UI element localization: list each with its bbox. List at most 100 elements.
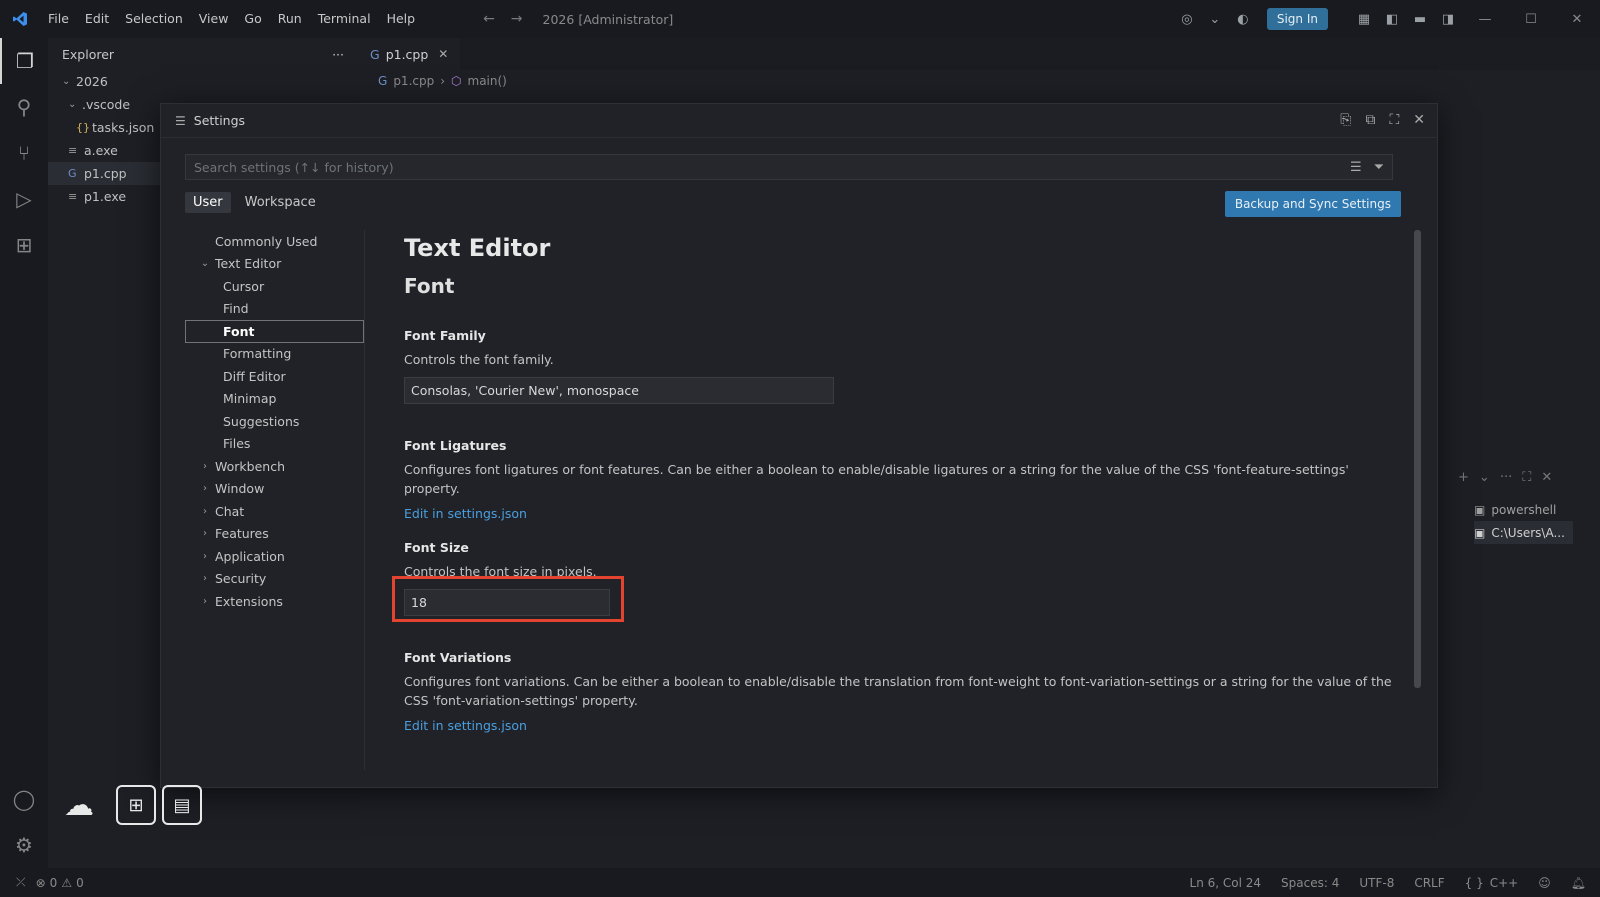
menu-selection[interactable]: Selection (117, 0, 191, 38)
menu-run[interactable]: Run (270, 0, 310, 38)
toc-label: Font (223, 323, 255, 339)
menu-terminal[interactable]: Terminal (310, 0, 379, 38)
more-icon[interactable]: ··· (1500, 470, 1512, 485)
font-family-input[interactable] (404, 377, 834, 404)
toggle-sidebar-icon[interactable]: ◧ (1378, 12, 1406, 27)
settings-scrollbar[interactable] (1414, 230, 1421, 688)
copilot-icon[interactable]: ◎ (1173, 12, 1201, 27)
source-control-icon[interactable]: ⑂ (0, 130, 48, 176)
menu-file[interactable]: File (40, 0, 77, 38)
toc-item-files[interactable]: Files (185, 433, 364, 456)
window-title[interactable]: 2026 [Administrator] (543, 12, 674, 27)
toc-label: Files (223, 436, 251, 452)
toc-item-formatting[interactable]: Formatting (185, 343, 364, 366)
language-mode[interactable]: { } C++ (1465, 876, 1519, 890)
close-icon[interactable]: ✕ (1413, 112, 1425, 128)
customize-layout-icon[interactable]: ▦ (1350, 12, 1378, 27)
maximize-icon[interactable]: ☐ (1508, 12, 1554, 27)
problems-indicator[interactable]: ⊗ 0 ⚠ 0 (36, 876, 84, 890)
bell-icon[interactable]: 🔔︎ (1571, 876, 1586, 890)
terminal-item[interactable]: ▣ powershell (1474, 498, 1573, 521)
setting-description: Configures font variations. Can be eithe… (404, 674, 1392, 708)
activity-bar: ❐ ⚲ ⑂ ▷ ⊞ ◯ ⚙ (0, 38, 48, 868)
toc-item-font[interactable]: Font (185, 320, 364, 343)
copilot-status-icon[interactable]: ☺ (1538, 876, 1551, 890)
terminal-label: C:\Users\A... (1491, 525, 1565, 540)
toggle-panel-icon[interactable]: ▬ (1406, 12, 1434, 27)
encoding[interactable]: UTF-8 (1359, 876, 1394, 890)
run-debug-icon[interactable]: ▷ (0, 176, 48, 222)
close-window-icon[interactable]: ✕ (1554, 12, 1600, 27)
tree-folder-root[interactable]: ⌄ 2026 (48, 70, 358, 93)
search-input[interactable] (194, 159, 1350, 175)
chevron-right-icon: › (440, 74, 446, 88)
maximize-panel-icon[interactable]: ⛶ (1522, 470, 1531, 485)
toc-label: Minimap (223, 391, 277, 407)
braces-icon: { } (1464, 875, 1484, 890)
gear-icon[interactable]: ⚙ (0, 822, 48, 868)
sign-in-button[interactable]: Sign In (1266, 8, 1328, 30)
backup-sync-button[interactable]: Backup and Sync Settings (1224, 191, 1401, 217)
menu-help[interactable]: Help (379, 0, 424, 38)
back-arrow-icon[interactable]: ← (483, 11, 495, 27)
toc-item-diff-editor[interactable]: Diff Editor (185, 365, 364, 388)
indentation[interactable]: Spaces: 4 (1281, 876, 1339, 890)
filter-icon[interactable]: ⏷ (1374, 160, 1384, 175)
remote-icon[interactable]: ⤫ (16, 875, 26, 890)
toc-item-commonly-used[interactable]: Commonly Used (185, 230, 364, 253)
menu-bar: File Edit Selection View Go Run Terminal… (40, 0, 423, 38)
toc-item-chat[interactable]: › Chat (185, 500, 364, 523)
breadcrumb-file[interactable]: p1.cpp (393, 74, 434, 88)
fullscreen-icon[interactable]: ⛶ (1389, 112, 1399, 128)
new-terminal-icon[interactable]: + (1458, 470, 1469, 485)
settings-toc: Commonly Used ⌄ Text Editor Cursor Find … (185, 230, 365, 770)
tree-label: 2026 (76, 74, 108, 89)
chevron-right-icon: › (203, 573, 207, 585)
tab-user[interactable]: User (185, 192, 231, 213)
close-panel-icon[interactable]: ✕ (1541, 470, 1552, 485)
warning-icon: ⚠ (61, 875, 73, 890)
breadcrumb-symbol[interactable]: main() (468, 74, 507, 88)
chevron-down-icon[interactable]: ⌄ (1201, 12, 1229, 27)
minimize-icon[interactable]: — (1462, 12, 1508, 27)
tab-workspace[interactable]: Workspace (237, 192, 324, 213)
explorer-more-icon[interactable]: ··· (332, 47, 344, 62)
edit-settings-json-link[interactable]: Edit in settings.json (404, 718, 527, 733)
terminal-list: ▣ powershell ▣ C:\Users\A... (1474, 498, 1573, 544)
close-icon[interactable]: ✕ (438, 47, 448, 61)
menu-edit[interactable]: Edit (77, 0, 117, 38)
account-icon[interactable]: ◯ (0, 776, 48, 822)
toc-item-extensions[interactable]: › Extensions (185, 590, 364, 613)
cursor-position[interactable]: Ln 6, Col 24 (1190, 876, 1262, 890)
toggle-secondary-sidebar-icon[interactable]: ◨ (1434, 12, 1462, 27)
toc-item-application[interactable]: › Application (185, 545, 364, 568)
open-in-editor-icon[interactable]: ⧉ (1365, 112, 1375, 128)
chevron-right-icon: › (203, 460, 207, 472)
toc-item-suggestions[interactable]: Suggestions (185, 410, 364, 433)
nav-arrows: ← → (483, 11, 522, 27)
toc-item-security[interactable]: › Security (185, 568, 364, 591)
toc-item-minimap[interactable]: Minimap (185, 388, 364, 411)
explorer-files-icon[interactable]: ❐ (0, 38, 48, 84)
chevron-down-icon[interactable]: ⌄ (1479, 470, 1490, 485)
open-json-icon[interactable]: ⎘ (1340, 112, 1351, 128)
terminal-item[interactable]: ▣ C:\Users\A... (1474, 521, 1573, 544)
menu-view[interactable]: View (191, 0, 237, 38)
search-icon[interactable]: ⚲ (0, 84, 48, 130)
toc-item-find[interactable]: Find (185, 298, 364, 321)
line-ending[interactable]: CRLF (1414, 876, 1444, 890)
toc-item-workbench[interactable]: › Workbench (185, 455, 364, 478)
menu-go[interactable]: Go (236, 0, 269, 38)
clear-filter-icon[interactable]: ☰ (1350, 160, 1362, 175)
chevron-right-icon: › (203, 505, 207, 517)
setting-font-family: Font Family Controls the font family. (404, 328, 1394, 404)
extensions-icon[interactable]: ⊞ (0, 222, 48, 268)
account-status-icon[interactable]: ◐ (1229, 12, 1257, 27)
edit-settings-json-link[interactable]: Edit in settings.json (404, 506, 527, 521)
toc-item-window[interactable]: › Window (185, 478, 364, 501)
forward-arrow-icon[interactable]: → (511, 11, 523, 27)
toc-item-text-editor[interactable]: ⌄ Text Editor (185, 253, 364, 276)
toc-item-features[interactable]: › Features (185, 523, 364, 546)
toc-item-cursor[interactable]: Cursor (185, 275, 364, 298)
tab-p1-cpp[interactable]: G p1.cpp ✕ (358, 38, 461, 70)
